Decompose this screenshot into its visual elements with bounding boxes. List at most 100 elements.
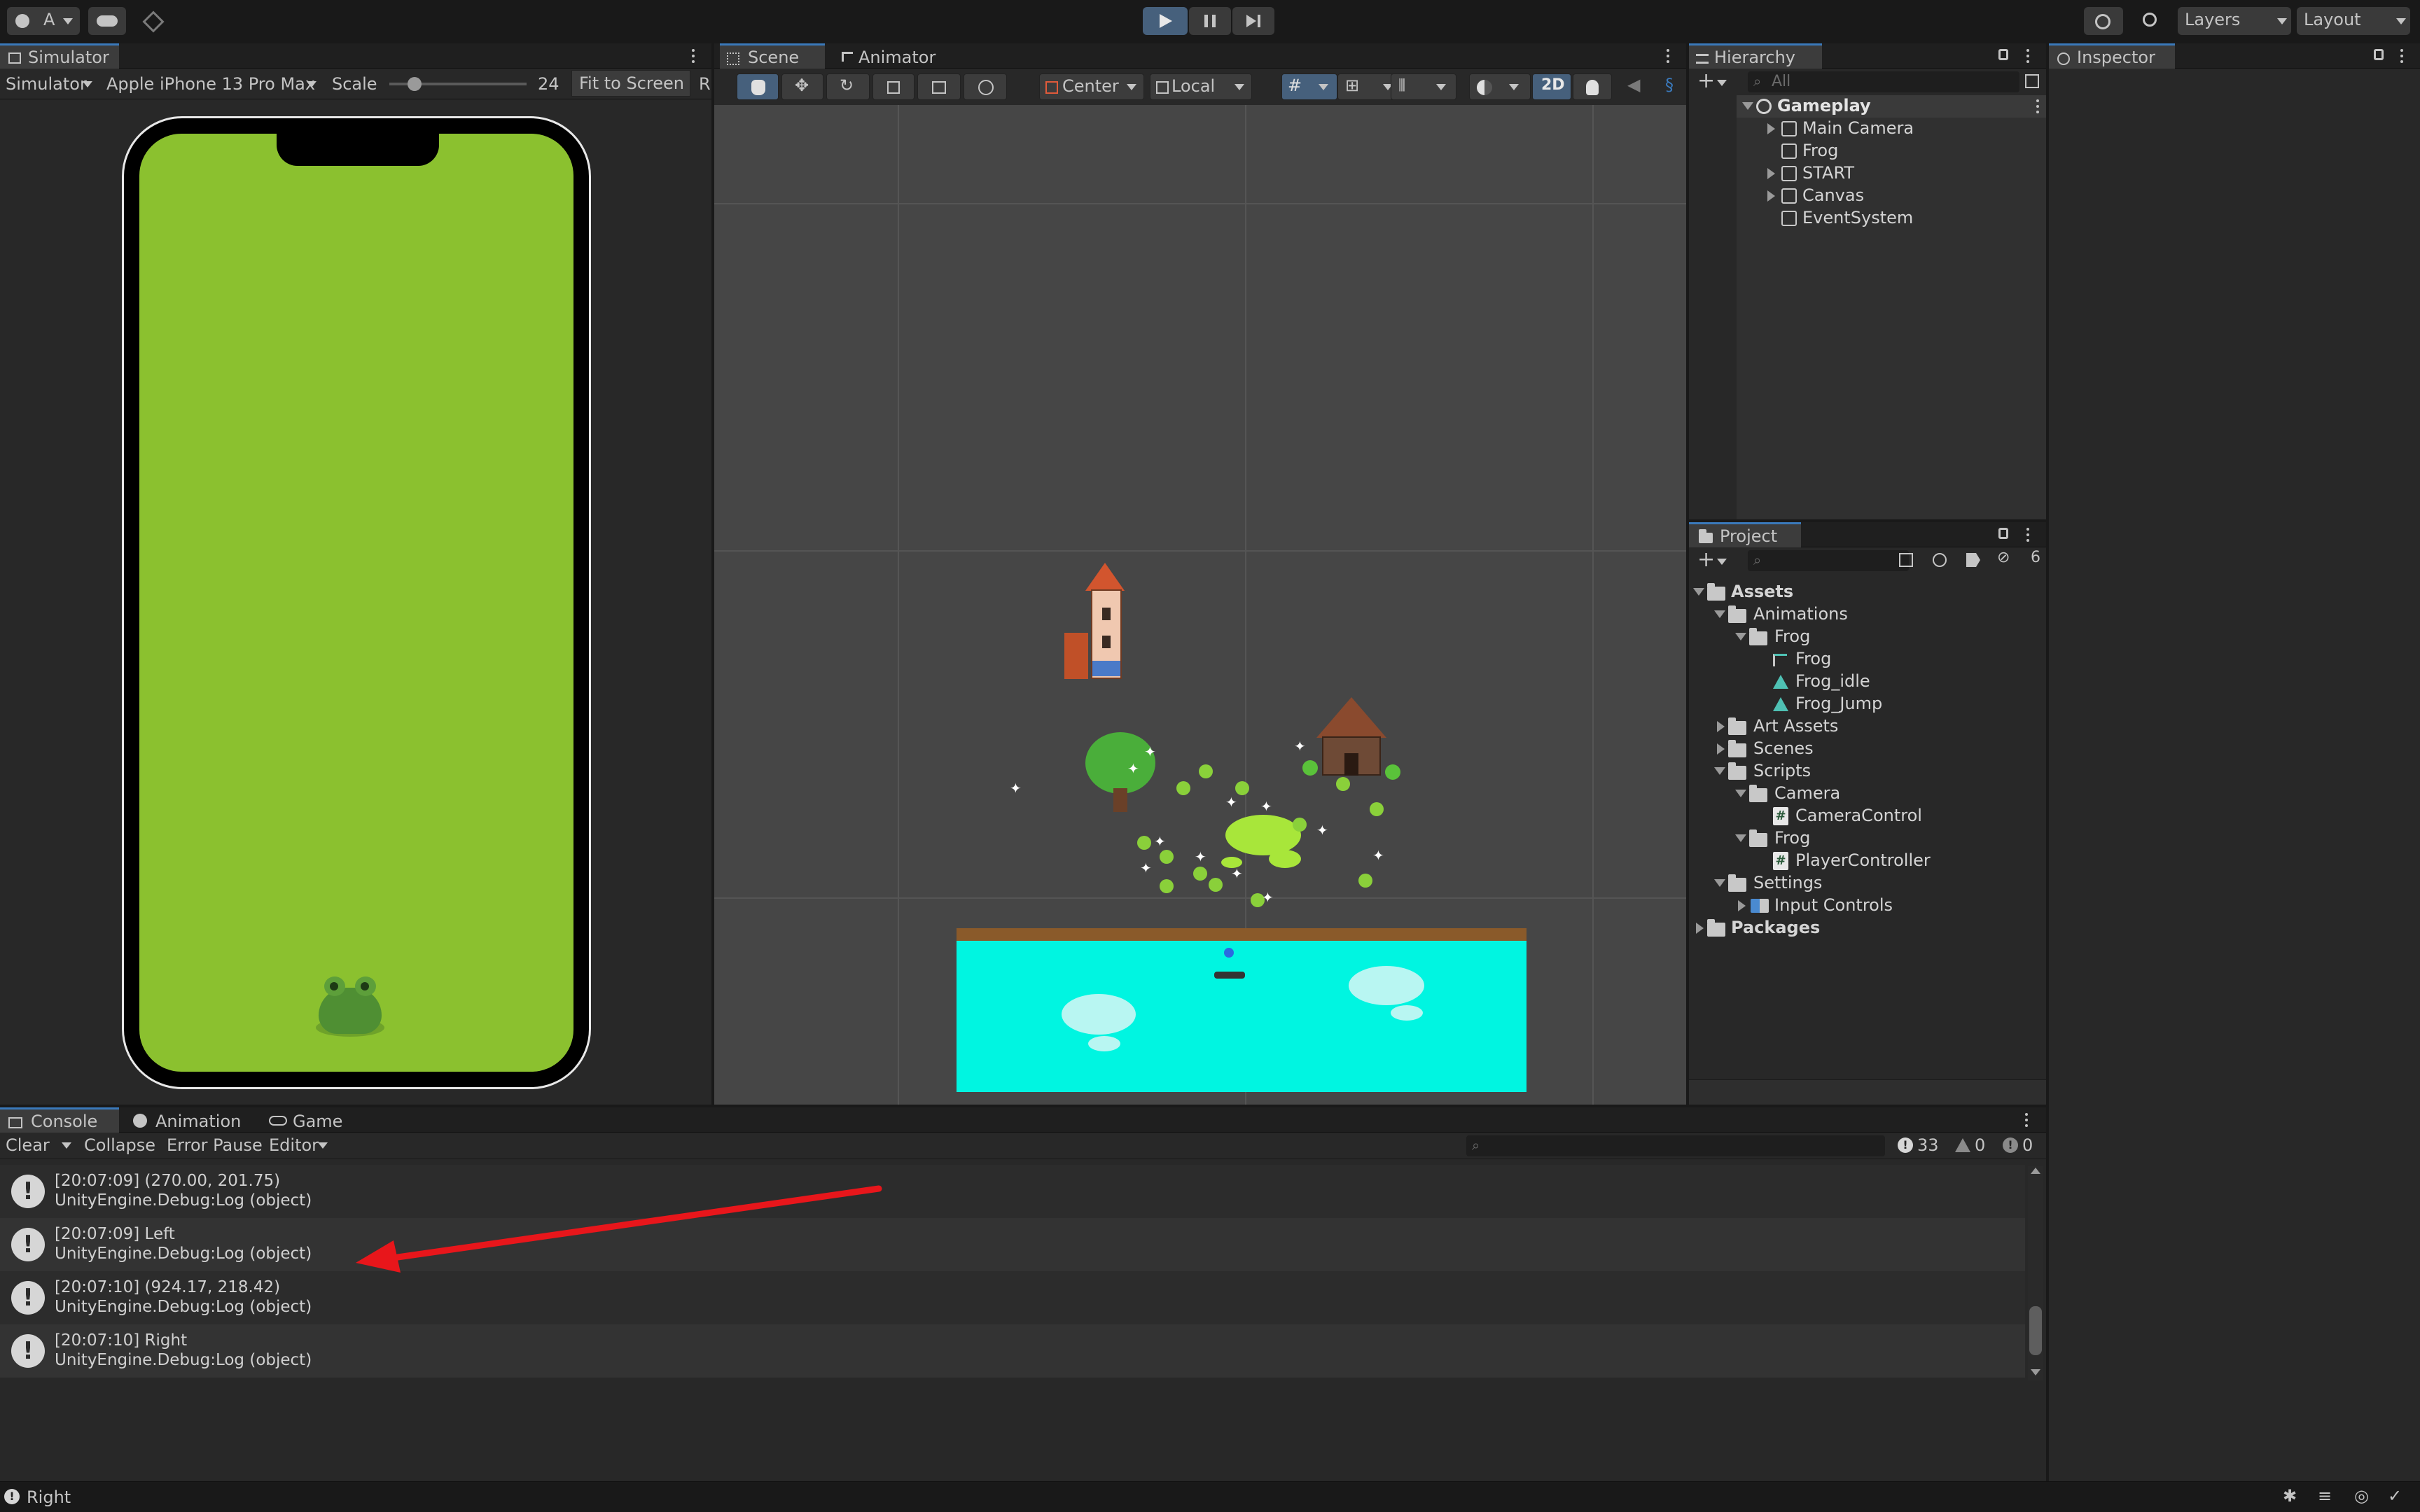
mode-2d-toggle[interactable]: 2D (1532, 74, 1571, 100)
tab-simulator[interactable]: Simulator (0, 43, 119, 69)
phone-screen[interactable] (139, 134, 573, 1072)
simulator-mode-dropdown[interactable]: Simulator (0, 70, 98, 97)
project-item-scripts[interactable]: Scripts (1689, 760, 2046, 783)
log-entry[interactable]: ! [20:07:09] (270.00, 201.75) UnityEngin… (0, 1165, 2025, 1218)
tab-scene[interactable]: Scene (720, 43, 825, 69)
project-item-frog-scripts-folder[interactable]: Frog (1689, 827, 2046, 850)
log-count-toggle[interactable]: ! 33 (1896, 1134, 1945, 1156)
chevron-down-icon[interactable] (1735, 834, 1746, 842)
hierarchy-item-start[interactable]: START (1737, 162, 2046, 185)
pause-button[interactable] (1189, 7, 1231, 35)
cloud-button[interactable] (88, 7, 126, 35)
error-pause-toggle[interactable]: Error Pause (167, 1135, 263, 1155)
filter-icon[interactable] (1933, 553, 1947, 567)
project-item-camera-folder[interactable]: Camera (1689, 783, 2046, 805)
chevron-right-icon[interactable] (1767, 168, 1775, 179)
more-icon[interactable] (2026, 49, 2029, 63)
warning-count-toggle[interactable]: 0 (1954, 1134, 1996, 1156)
lock-icon[interactable] (2374, 49, 2384, 60)
layout-dropdown[interactable]: Layout (2297, 7, 2410, 35)
hierarchy-item-main-camera[interactable]: Main Camera (1737, 118, 2046, 140)
editor-dropdown[interactable]: Editor (266, 1134, 336, 1156)
auto-generate-lighting-icon[interactable]: ◎ (2354, 1486, 2369, 1506)
more-icon[interactable] (2036, 99, 2039, 113)
project-item-animations[interactable]: Animations (1689, 603, 2046, 626)
fit-to-screen-button[interactable]: Fit to Screen (571, 70, 690, 97)
log-entry[interactable]: ! [20:07:09] Left UnityEngine.Debug:Log … (0, 1218, 2025, 1271)
tab-project[interactable]: Project (1689, 522, 1801, 547)
scale-slider[interactable] (389, 77, 527, 91)
log-entry[interactable]: ! [20:07:10] Right UnityEngine.Debug:Log… (0, 1324, 2025, 1378)
error-count-toggle[interactable]: ! 0 (2001, 1134, 2043, 1156)
progress-check-icon[interactable]: ✓ (2388, 1486, 2402, 1506)
add-icon[interactable]: + (1697, 69, 1715, 93)
chevron-down-icon[interactable] (62, 1142, 71, 1149)
chevron-down-icon[interactable] (1714, 879, 1725, 887)
history-button[interactable] (2084, 7, 2123, 35)
device-dropdown[interactable]: Apple iPhone 13 Pro Max (102, 70, 324, 97)
camera-gizmo-icon[interactable] (1224, 948, 1234, 958)
more-icon[interactable] (2026, 528, 2029, 542)
move-tool[interactable]: ✥ (781, 74, 823, 100)
scroll-up-icon[interactable] (2031, 1168, 2040, 1174)
chevron-right-icon[interactable] (1717, 721, 1725, 732)
hierarchy-item-canvas[interactable]: Canvas (1737, 185, 2046, 207)
scene-viewport[interactable]: ✦ ✦ ✦ ✦ ✦ ✦ ✦ ✦ ✦ ✦ ✦ ✦ ✦ (714, 105, 1686, 1105)
rotate-tool[interactable]: ↻ (826, 74, 870, 100)
project-item-scenes[interactable]: Scenes (1689, 738, 2046, 760)
lock-icon[interactable] (1998, 528, 2008, 539)
chevron-down-icon[interactable] (1735, 790, 1746, 797)
scale-tool[interactable] (872, 74, 915, 100)
cache-server-icon[interactable]: ≡ (2318, 1486, 2332, 1506)
project-item-camera-control[interactable]: # CameraControl (1689, 805, 2046, 827)
label-icon[interactable] (1966, 553, 1980, 567)
rect-tool[interactable] (917, 74, 961, 100)
more-icon[interactable] (2025, 1113, 2028, 1127)
clear-button[interactable]: Clear (0, 1134, 77, 1156)
transform-tool[interactable] (964, 74, 1007, 100)
hierarchy-item-eventsystem[interactable]: EventSystem (1737, 207, 2046, 230)
project-item-input-controls[interactable]: Input Controls (1689, 895, 2046, 917)
pivot-center-dropdown[interactable]: Center (1039, 74, 1144, 100)
rotate-button[interactable]: R (699, 74, 711, 94)
console-search-input[interactable]: ⌕ (1466, 1135, 1885, 1156)
chevron-right-icon[interactable] (1717, 743, 1725, 755)
status-message[interactable]: Right (27, 1488, 71, 1507)
collapse-toggle[interactable]: Collapse (84, 1135, 155, 1155)
more-icon[interactable] (692, 49, 695, 63)
chevron-right-icon[interactable] (1767, 123, 1775, 134)
tab-game[interactable]: Game (259, 1107, 357, 1133)
search-options-icon[interactable] (2025, 74, 2039, 88)
project-search-input[interactable]: ⌕ (1748, 550, 1909, 571)
step-button[interactable] (1232, 7, 1274, 35)
project-item-assets[interactable]: Assets (1689, 581, 2046, 603)
chevron-down-icon[interactable] (1693, 588, 1704, 596)
project-item-player-controller[interactable]: # PlayerController (1689, 850, 2046, 872)
lock-icon[interactable] (1998, 49, 2008, 60)
tab-console[interactable]: Console (0, 1107, 119, 1133)
scrollbar-thumb[interactable] (2029, 1306, 2042, 1355)
chevron-down-icon[interactable] (1735, 633, 1746, 640)
chevron-down-icon[interactable] (1714, 610, 1725, 618)
more-icon[interactable] (1667, 49, 1669, 63)
align-dropdown[interactable]: ⫴ (1391, 74, 1456, 100)
chevron-right-icon[interactable] (1696, 923, 1704, 934)
chevron-down-icon[interactable] (1714, 767, 1725, 775)
layers-dropdown[interactable]: Layers (2178, 7, 2291, 35)
chevron-right-icon[interactable] (1738, 900, 1746, 911)
debug-icon[interactable]: ✱ (2283, 1486, 2297, 1506)
lighting-toggle[interactable] (1573, 74, 1612, 100)
project-item-settings[interactable]: Settings (1689, 872, 2046, 895)
chevron-down-icon[interactable] (1742, 102, 1753, 110)
search-by-type-icon[interactable] (1899, 553, 1913, 567)
effects-toggle[interactable]: § (1660, 74, 1686, 100)
project-item-art-assets[interactable]: Art Assets (1689, 715, 2046, 738)
play-button[interactable] (1143, 7, 1188, 35)
hidden-packages-icon[interactable]: ⊘ (1997, 549, 2010, 566)
grid-snap-toggle[interactable]: # (1281, 74, 1337, 100)
more-icon[interactable] (2400, 49, 2403, 63)
space-local-dropdown[interactable]: Local (1150, 74, 1252, 100)
draw-mode-dropdown[interactable] (1469, 74, 1531, 100)
tab-inspector[interactable]: Inspector (2049, 43, 2175, 69)
search-button[interactable] (2133, 7, 2169, 35)
